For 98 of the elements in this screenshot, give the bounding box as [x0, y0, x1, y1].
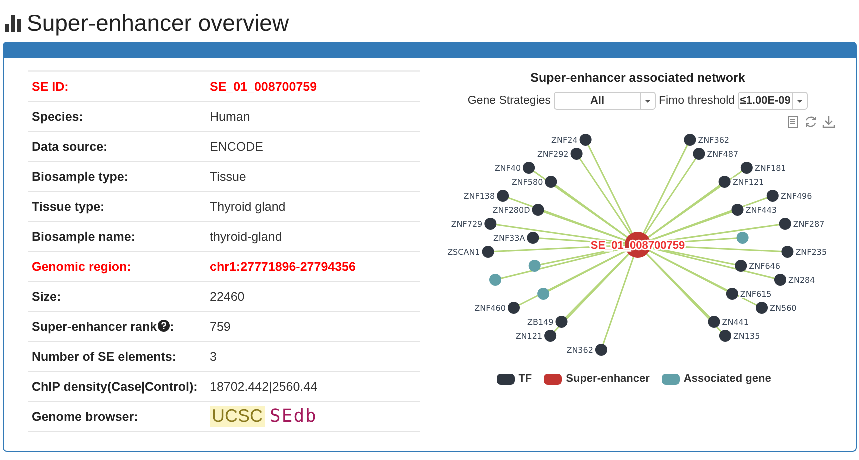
tf-node[interactable] — [523, 162, 536, 174]
tf-node[interactable] — [756, 302, 768, 314]
help-icon[interactable] — [158, 320, 170, 332]
node-label: ZNF729 — [451, 220, 483, 229]
tf-node[interactable] — [740, 162, 753, 174]
filter-label: Fimo threshold — [659, 95, 736, 107]
sedb-link[interactable]: SEdb — [268, 406, 320, 427]
node-label: ZNF460 — [474, 304, 506, 313]
refresh-icon[interactable] — [804, 115, 818, 129]
field-label: Genomic region: — [32, 260, 132, 274]
tf-node[interactable] — [684, 134, 696, 146]
node-label: ZNF580 — [512, 178, 544, 187]
gene-node[interactable] — [490, 274, 502, 286]
tf-node[interactable] — [779, 218, 792, 230]
tf-node[interactable] — [732, 204, 744, 216]
download-icon[interactable] — [822, 115, 836, 129]
tf-node[interactable] — [527, 232, 540, 244]
node-label: ZNF487 — [707, 150, 739, 159]
field-value: 18702.442|2560.44 — [210, 380, 318, 394]
gene-node[interactable] — [538, 288, 550, 300]
legend-label: Super-enhancer — [566, 373, 650, 385]
node-label: ZNF443 — [746, 206, 778, 215]
tf-node[interactable] — [545, 176, 558, 188]
node-label: ZNF287 — [793, 220, 825, 229]
tf-node[interactable] — [484, 218, 497, 230]
node-label: ZNF24 — [552, 136, 578, 145]
node-label: ZN284 — [788, 276, 816, 285]
node-label: ZNF646 — [749, 262, 780, 271]
tf-node[interactable] — [544, 330, 557, 342]
tf-node[interactable] — [497, 190, 510, 202]
node-label: ZNF292 — [537, 150, 569, 159]
node-label: ZNF280D — [492, 206, 530, 215]
node-label: ZNF40 — [494, 164, 522, 173]
node-label: ZN441 — [722, 318, 749, 327]
tf-node[interactable] — [570, 148, 583, 160]
node-label: ZNF138 — [464, 192, 496, 201]
dropdown[interactable]: ≤1.00E-09 — [738, 92, 808, 110]
tf-node[interactable] — [532, 204, 544, 216]
node-label: ZNF33A — [493, 234, 526, 243]
legend-label: Associated gene — [684, 373, 772, 385]
field-value: 3 — [210, 350, 217, 364]
field-label: Number of SE elements: — [32, 350, 176, 364]
field-label: Data source: — [32, 140, 108, 154]
tf-node[interactable] — [580, 134, 592, 146]
ucsc-link[interactable]: UCSC — [210, 406, 266, 427]
node-label: ZSCAN1 — [448, 248, 480, 257]
field-label: Genome browser: — [32, 410, 138, 424]
field-value: ENCODE — [210, 140, 264, 154]
node-label: ZNF121 — [732, 178, 764, 187]
field-value: chr1:27771896-27794356 — [210, 260, 356, 274]
tf-node[interactable] — [708, 316, 720, 328]
tf-node[interactable] — [693, 148, 706, 160]
tf-node[interactable] — [595, 344, 608, 356]
tf-node[interactable] — [766, 190, 779, 202]
field-label: Size: — [32, 290, 62, 304]
node-label: ZNF235 — [796, 248, 828, 257]
page-title: Super-enhancer overview — [27, 10, 290, 36]
field-value: thyroid-gland — [210, 230, 282, 244]
field-label-colon: : — [170, 320, 174, 334]
tf-node[interactable] — [735, 260, 748, 272]
field-label: Species: — [32, 110, 84, 124]
bar-chart-icon — [5, 14, 21, 32]
node-label: ZN121 — [516, 332, 543, 341]
field-value: Thyroid gland — [210, 200, 286, 214]
field-label: ChIP density(Case|Control): — [32, 380, 198, 394]
field-label: Super-enhancer rank — [32, 320, 158, 334]
node-label: ZNF615 — [740, 290, 772, 299]
field-label: SE ID: — [32, 80, 69, 94]
node-label: ZN362 — [566, 346, 594, 355]
field-value: 759 — [210, 320, 231, 334]
filter-label: Gene Strategies — [468, 95, 552, 107]
node-label: ZNF496 — [780, 192, 812, 201]
field-label: Biosample name: — [32, 230, 136, 244]
gene-node[interactable] — [528, 260, 541, 272]
legend-label: TF — [518, 373, 532, 385]
node-label: ZN135 — [733, 332, 760, 341]
field-value: SE_01_008700759 — [210, 80, 318, 94]
tf-node[interactable] — [726, 288, 738, 300]
node-label: ZNF362 — [698, 136, 730, 145]
node-label: SE_01_008700759 — [590, 240, 686, 252]
tf-node[interactable] — [556, 316, 568, 328]
field-value: 22460 — [210, 290, 245, 304]
field-label: Biosample type: — [32, 170, 129, 184]
field-value: Human — [210, 110, 250, 124]
tf-node[interactable] — [482, 246, 494, 258]
node-label: ZN560 — [770, 304, 797, 313]
dropdown[interactable]: All — [554, 92, 656, 110]
node-label: ZB149 — [528, 318, 554, 327]
network-title: Super-enhancer associated network — [530, 71, 746, 85]
field-label: Tissue type: — [32, 200, 105, 214]
node-label: ZNF181 — [754, 164, 786, 173]
tf-node[interactable] — [774, 274, 786, 286]
tf-node[interactable] — [719, 330, 732, 342]
tf-node[interactable] — [718, 176, 731, 188]
tf-node[interactable] — [508, 302, 520, 314]
tf-node[interactable] — [782, 246, 794, 258]
document-icon[interactable] — [786, 115, 800, 129]
field-value: Tissue — [210, 170, 246, 184]
